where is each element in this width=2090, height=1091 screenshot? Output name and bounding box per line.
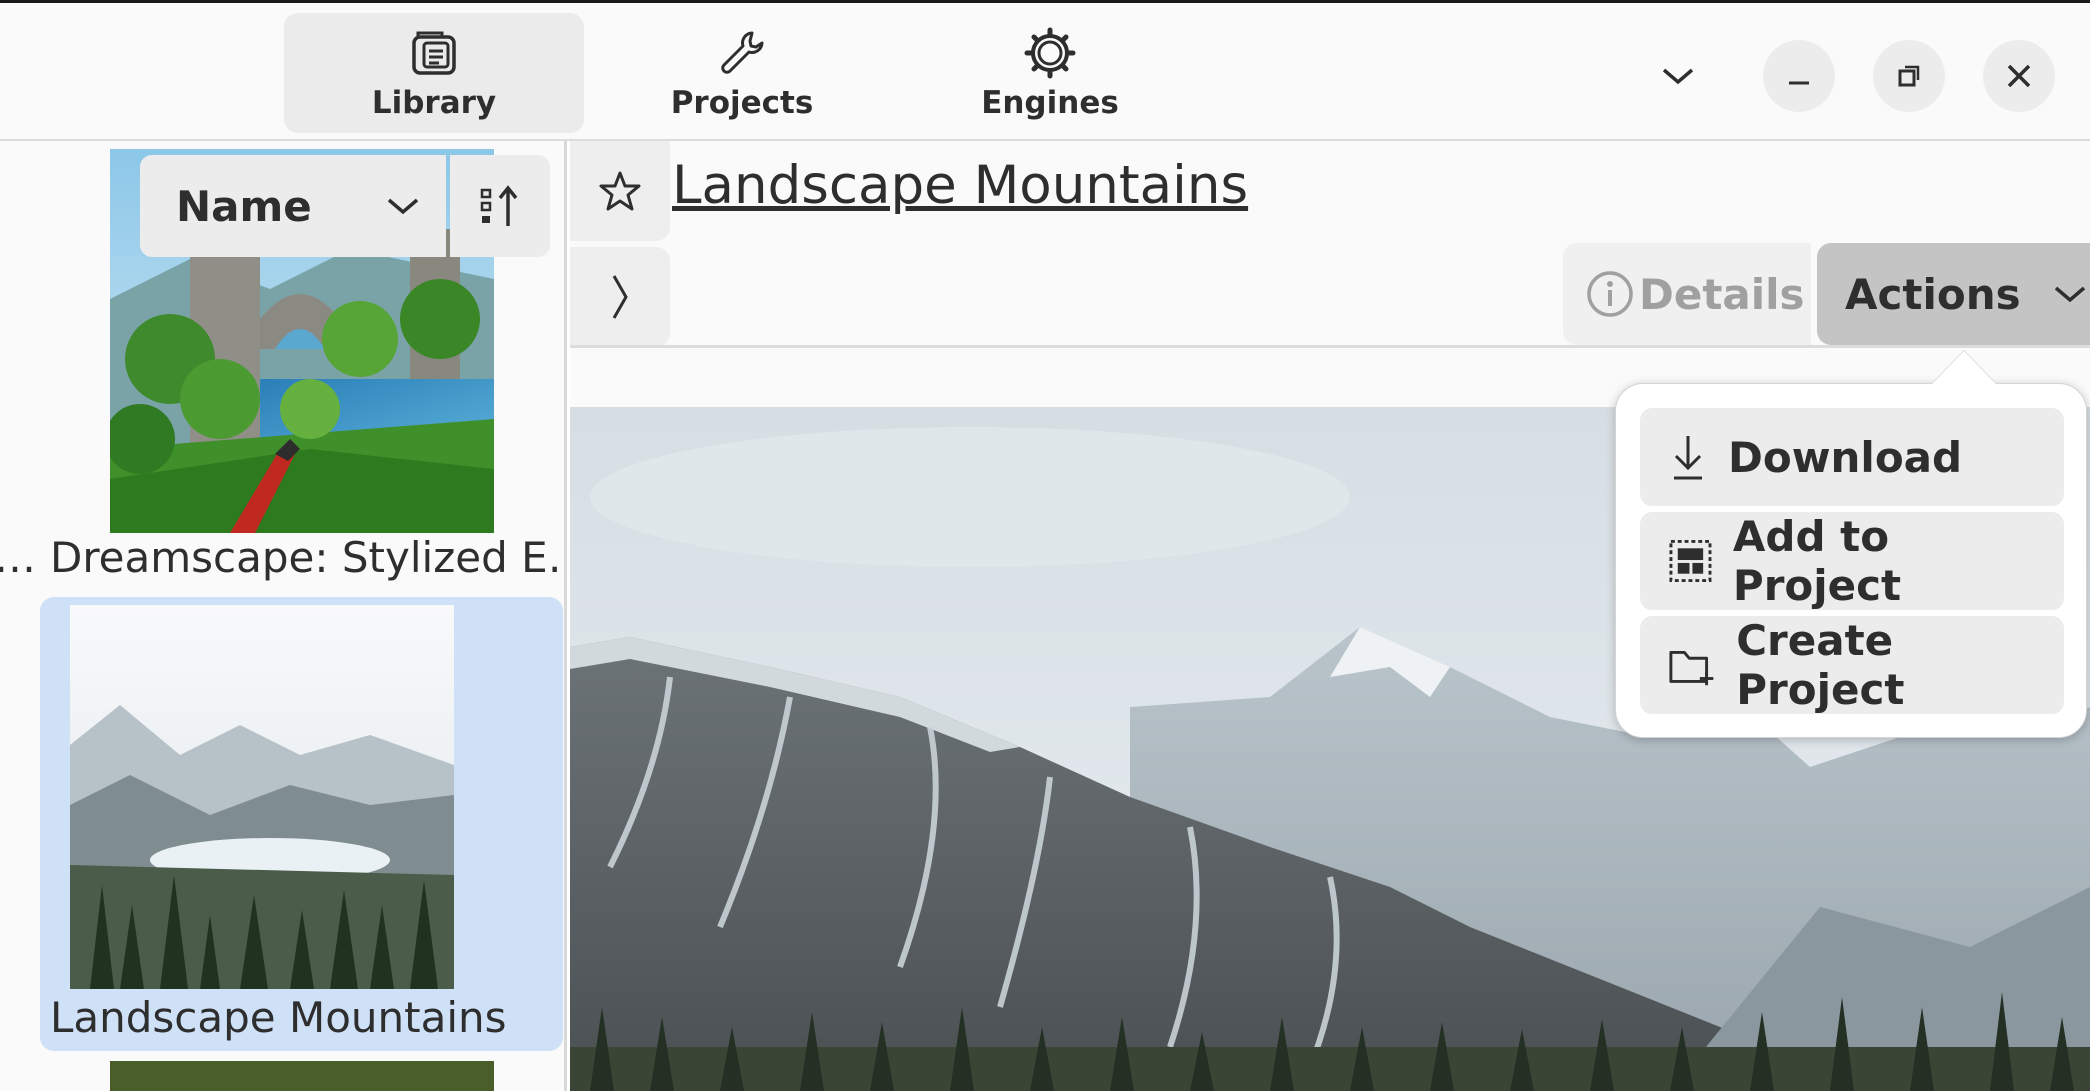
library-icon — [412, 31, 456, 75]
list-item-label-landscape-mountains[interactable]: Landscape Mountains — [50, 993, 507, 1042]
chevron-down-icon — [387, 198, 419, 215]
menu-item-download-label: Download — [1728, 432, 1963, 482]
tab-engines-label: Engines — [981, 85, 1119, 121]
info-icon — [1587, 271, 1633, 317]
restore-button[interactable] — [1873, 40, 1945, 112]
thumbnail-next-item[interactable] — [110, 1061, 494, 1091]
thumbnail-landscape-mountains[interactable] — [70, 605, 454, 989]
menu-item-download[interactable]: Download — [1640, 408, 2064, 506]
asset-title-link[interactable]: Landscape Mountains — [672, 155, 1248, 216]
wrench-icon — [721, 31, 764, 74]
sort-field-dropdown[interactable]: Name — [140, 155, 446, 257]
chevron-down-icon — [2054, 286, 2085, 303]
actions-popover: Download Add to Project Create Project — [1615, 383, 2087, 738]
star-icon — [599, 171, 641, 211]
header-divider — [570, 345, 2090, 348]
list-item-label-dreamscape[interactable]: Dreamscape: Stylized E… — [50, 533, 564, 582]
gear-icon — [1024, 27, 1076, 79]
library-sidebar: Name … Dreamscape: Stylized E… — [0, 141, 567, 1091]
tab-library[interactable]: Library — [284, 13, 584, 133]
actions-popover-arrow — [1932, 351, 1996, 384]
download-icon — [1674, 436, 1702, 480]
actions-button-label: Actions — [1845, 269, 2021, 319]
tab-projects[interactable]: Projects — [592, 13, 892, 133]
minimize-button[interactable] — [1763, 40, 1835, 112]
menu-item-add-to-project-label: Add to Project — [1732, 512, 1902, 610]
chevron-down-icon — [1662, 68, 1694, 85]
minimize-icon — [1789, 81, 1809, 85]
menu-item-create-project-label: Create Project — [1736, 616, 1905, 714]
sort-direction-button[interactable] — [450, 155, 550, 257]
create-folder-icon — [1669, 651, 1714, 686]
sort-field-label: Name — [176, 181, 312, 231]
close-button[interactable] — [1983, 40, 2055, 112]
sort-ascending-icon — [480, 185, 518, 226]
details-button-label: Details — [1639, 269, 1805, 319]
details-button[interactable]: Details — [1563, 243, 1811, 345]
sort-bar: Name — [140, 155, 550, 257]
actions-dropdown-button[interactable]: Actions — [1817, 243, 2090, 345]
menu-item-create-project[interactable]: Create Project — [1640, 616, 2064, 714]
close-icon — [2007, 64, 2031, 88]
restore-icon — [1898, 65, 1920, 87]
toggle-sidebar-button[interactable] — [570, 247, 670, 347]
chevron-right-icon — [612, 275, 628, 319]
menu-item-add-to-project[interactable]: Add to Project — [1640, 512, 2064, 610]
favorite-button[interactable] — [570, 141, 670, 241]
tab-engines[interactable]: Engines — [900, 13, 1200, 133]
tab-library-label: Library — [371, 85, 497, 121]
tab-projects-label: Projects — [670, 85, 814, 121]
header-bar: Library Projects Engines — [0, 0, 2090, 141]
main-menu-button[interactable] — [1642, 40, 1714, 112]
add-to-project-icon — [1669, 540, 1712, 582]
list-item-label-previous: … — [0, 533, 36, 582]
thumbnail-landscape-mountains-image — [70, 605, 454, 989]
